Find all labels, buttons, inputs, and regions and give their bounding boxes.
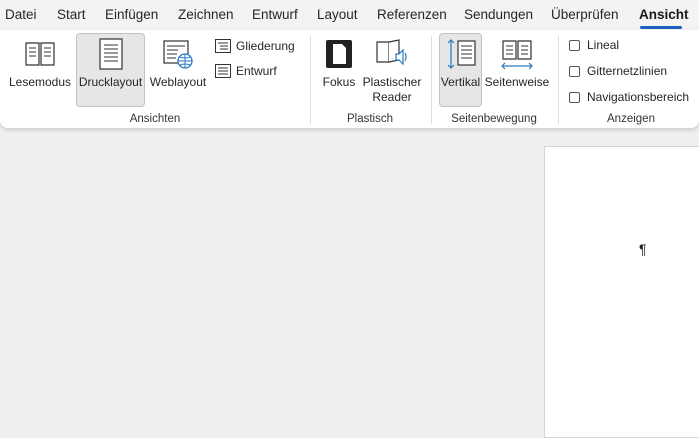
lineal-checkbox-row[interactable]: Lineal xyxy=(569,35,619,55)
gliederung-button[interactable]: Gliederung xyxy=(215,36,295,56)
paragraph-mark: ¶ xyxy=(639,241,647,257)
lesemodus-button[interactable]: Lesemodus xyxy=(6,33,74,107)
fokus-button[interactable]: Fokus xyxy=(319,33,359,107)
group-separator xyxy=(431,36,432,124)
group-label-plastisch: Plastisch xyxy=(346,113,394,125)
tab-datei[interactable]: Datei xyxy=(5,7,37,22)
draft-icon xyxy=(215,64,231,78)
tab-einfuegen[interactable]: Einfügen xyxy=(105,7,158,22)
tab-zeichnen[interactable]: Zeichnen xyxy=(178,7,234,22)
group-separator xyxy=(310,36,311,124)
group-label-ansichten: Ansichten xyxy=(129,113,181,125)
focus-icon xyxy=(325,38,353,70)
seitenweise-button[interactable]: Seitenweise xyxy=(484,33,550,107)
lineal-label: Lineal xyxy=(587,38,620,52)
plastischer-reader-label: Plastischer Reader xyxy=(362,75,422,104)
drucklayout-label: Drucklayout xyxy=(78,75,143,89)
gitternetzlinien-checkbox[interactable] xyxy=(569,65,580,77)
side-to-side-icon xyxy=(500,38,534,70)
navigationsbereich-checkbox[interactable] xyxy=(569,91,580,103)
gitternetzlinien-label: Gitternetzlinien xyxy=(587,64,668,78)
group-separator xyxy=(558,36,559,124)
entwurf-view-button[interactable]: Entwurf xyxy=(215,61,277,81)
plastischer-reader-button[interactable]: Plastischer Reader xyxy=(361,33,423,107)
lineal-checkbox[interactable] xyxy=(569,39,580,51)
group-label-seitenbewegung: Seitenbewegung xyxy=(451,113,537,125)
weblayout-button[interactable]: Weblayout xyxy=(147,33,209,107)
outline-icon xyxy=(215,39,231,53)
gitternetzlinien-checkbox-row[interactable]: Gitternetzlinien xyxy=(569,61,667,81)
group-label-anzeigen: Anzeigen xyxy=(607,113,655,125)
document-page[interactable]: ¶ xyxy=(544,146,699,438)
seitenweise-label: Seitenweise xyxy=(484,75,550,89)
vertikal-button[interactable]: Vertikal xyxy=(439,33,482,107)
ribbon-tab-bar: Datei Start Einfügen Zeichnen Entwurf La… xyxy=(0,0,699,30)
navigationsbereich-checkbox-row[interactable]: Navigationsbereich xyxy=(569,87,689,107)
drucklayout-button[interactable]: Drucklayout xyxy=(76,33,145,107)
navigationsbereich-label: Navigationsbereich xyxy=(587,90,690,104)
gliederung-label: Gliederung xyxy=(236,39,295,53)
tab-start[interactable]: Start xyxy=(57,7,86,22)
book-icon xyxy=(24,38,56,70)
immersive-reader-icon xyxy=(375,38,409,70)
tab-sendungen[interactable]: Sendungen xyxy=(464,7,533,22)
lesemodus-label: Lesemodus xyxy=(8,75,72,89)
tab-ueberpruefen[interactable]: Überprüfen xyxy=(551,7,619,22)
tab-ansicht[interactable]: Ansicht xyxy=(639,7,689,22)
vertikal-label: Vertikal xyxy=(440,75,481,89)
vertical-scroll-icon xyxy=(445,38,477,70)
fokus-label: Fokus xyxy=(322,75,356,89)
page-icon xyxy=(98,38,124,70)
tab-layout[interactable]: Layout xyxy=(317,7,358,22)
ribbon-panel: Lesemodus Drucklayout Weblayout Gliederu… xyxy=(0,30,699,128)
web-page-icon xyxy=(162,38,194,70)
tab-referenzen[interactable]: Referenzen xyxy=(377,7,447,22)
tab-entwurf[interactable]: Entwurf xyxy=(252,7,298,22)
active-tab-indicator xyxy=(640,26,682,29)
weblayout-label: Weblayout xyxy=(149,75,207,89)
entwurf-view-label: Entwurf xyxy=(236,64,277,78)
